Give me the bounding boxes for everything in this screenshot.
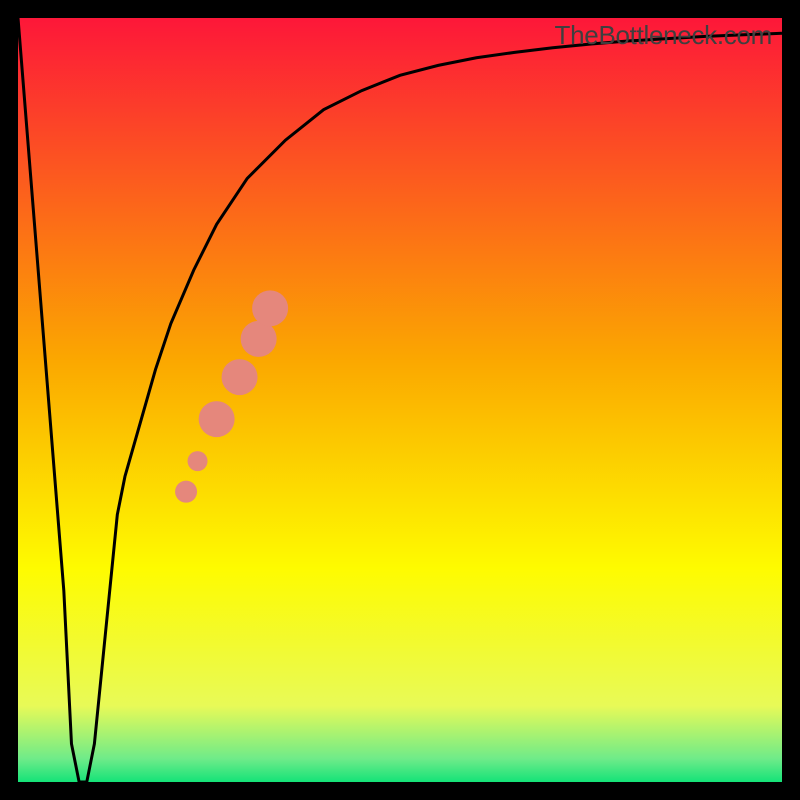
curve-layer: [18, 18, 782, 782]
chart-container: TheBottleneck.com: [0, 0, 800, 800]
data-point: [199, 401, 235, 437]
highlighted-points: [175, 290, 288, 502]
plot-area: TheBottleneck.com: [18, 18, 782, 782]
data-point: [175, 481, 197, 503]
data-point: [252, 290, 288, 326]
bottleneck-curve: [18, 18, 782, 782]
data-point: [188, 451, 208, 471]
watermark-text: TheBottleneck.com: [555, 20, 772, 51]
data-point: [222, 359, 258, 395]
